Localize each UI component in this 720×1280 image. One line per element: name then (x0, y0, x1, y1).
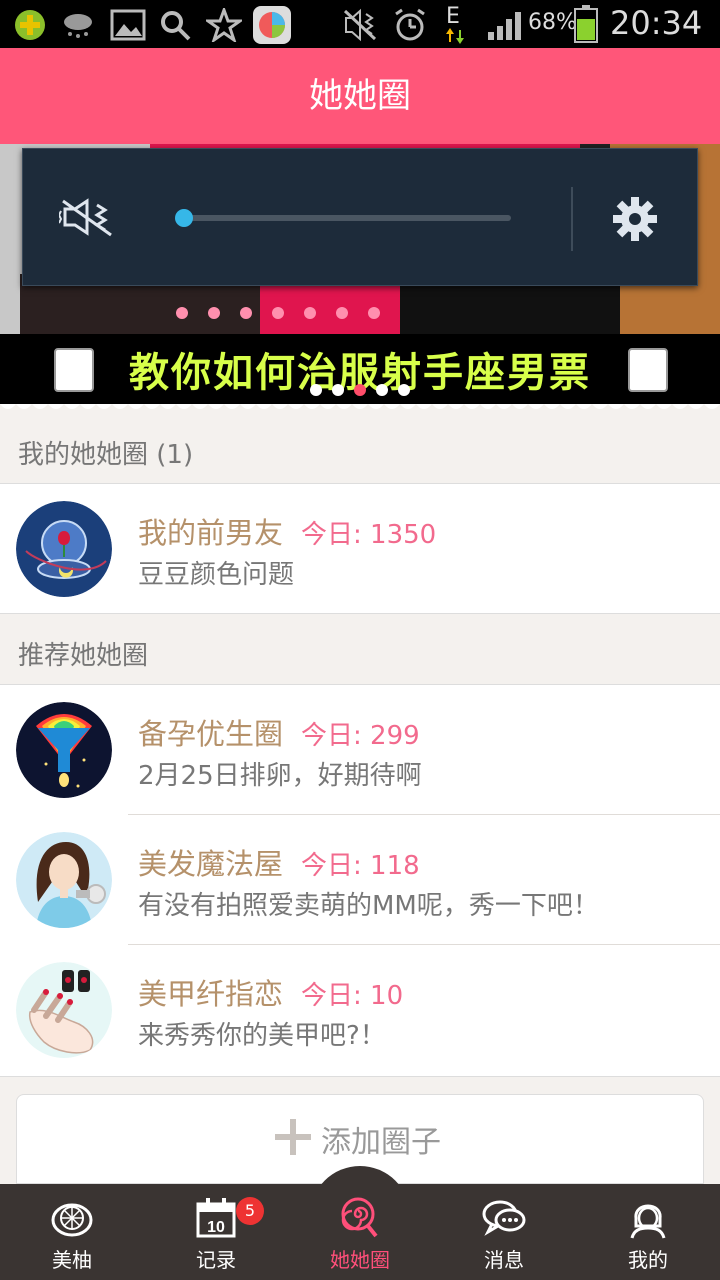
network-type: E (446, 4, 460, 29)
signal-icon (488, 12, 521, 40)
tab-label: 我的 (628, 1248, 668, 1272)
title-bar: 她她圈 (0, 48, 720, 144)
battery-percent: 68% (528, 10, 577, 35)
today-count: 今日: 299 (301, 721, 420, 751)
recommended-circles-header: 推荐她她圈 (0, 615, 720, 685)
clock: 20:34 (610, 4, 703, 42)
chat-bubbles-icon (482, 1200, 526, 1236)
image-icon (110, 9, 146, 41)
pager-dot[interactable] (376, 384, 388, 396)
circle-name: 美发魔法屋 (138, 847, 284, 881)
add-circle-label: 添加圈子 (321, 1125, 441, 1160)
circle-latest-post: 来秀秀你的美甲吧?！ (138, 1021, 386, 1051)
circle-name: 我的前男友 (138, 516, 284, 550)
tab-label: 她她圈 (330, 1248, 390, 1272)
alarm-icon (395, 8, 425, 41)
weather-rain-icon (64, 14, 92, 38)
search-icon (161, 11, 191, 41)
circle-latest-post: 豆豆颜色问题 (138, 560, 295, 590)
mute-icon (343, 8, 377, 42)
grapefruit-icon (51, 1203, 93, 1237)
pager-dot[interactable] (332, 384, 344, 396)
divider (571, 187, 573, 251)
lollipop-icon (341, 1197, 378, 1238)
gear-icon[interactable] (611, 195, 659, 243)
tab-circles[interactable]: 她她圈 (288, 1184, 432, 1280)
notification-badge: 5 (236, 1197, 264, 1225)
circle-row[interactable]: 美发魔法屋 今日: 118 有没有拍照爱卖萌的MM呢，秀一下吧！ (0, 815, 720, 945)
section-title: 推荐她她圈 (18, 641, 149, 671)
star-icon (206, 8, 242, 42)
circle-row[interactable]: 备孕优生圈 今日: 299 2月25日排卵，好期待啊 (0, 685, 720, 815)
battery-icon (574, 5, 598, 43)
manicure-hand-icon (16, 962, 112, 1058)
circle-row[interactable]: 美甲纤指恋 今日: 10 来秀秀你的美甲吧?！ (0, 945, 720, 1075)
app-store-icon (253, 6, 291, 44)
section-title: 我的她她圈 (1) (18, 440, 194, 470)
game-plus-icon (15, 10, 45, 40)
page-title: 她她圈 (309, 76, 411, 116)
meme-face-icon (628, 348, 668, 392)
volume-slider-track[interactable] (183, 215, 511, 221)
volume-slider-knob[interactable] (175, 209, 193, 227)
circle-latest-post: 2月25日排卵，好期待啊 (138, 761, 422, 791)
rose-globe-icon (16, 501, 112, 597)
calendar-icon: 10 (196, 1198, 236, 1238)
circle-latest-post: 有没有拍照爱卖萌的MM呢，秀一下吧！ (138, 891, 599, 921)
hair-girl-icon (16, 832, 112, 928)
today-count: 今日: 10 (301, 981, 404, 1011)
tab-records[interactable]: 10 记录 (144, 1184, 288, 1280)
pager-dot-active[interactable] (354, 384, 366, 396)
pager-dot[interactable] (398, 384, 410, 396)
my-circles-list: 我的前男友 今日: 1350 豆豆颜色问题 (0, 484, 720, 614)
tab-messages[interactable]: 消息 (432, 1184, 576, 1280)
my-circles-header: 我的她她圈 (1) (0, 416, 720, 484)
meme-face-icon (54, 348, 94, 392)
tab-mine[interactable]: 我的 (576, 1184, 720, 1280)
profile-icon (630, 1204, 666, 1239)
circle-name: 备孕优生圈 (138, 717, 284, 751)
bottom-tab-bar: 美柚 10 记录 她她圈 消息 我的 (0, 1184, 720, 1280)
today-count: 今日: 118 (301, 851, 420, 881)
data-arrows-icon (446, 28, 464, 44)
rainbow-funnel-icon (16, 702, 112, 798)
mute-icon[interactable] (59, 197, 115, 237)
status-bar: E 68% 20:34 (0, 0, 720, 48)
plus-icon (275, 1119, 311, 1155)
recommended-circles-list: 备孕优生圈 今日: 299 2月25日排卵，好期待啊 美发魔法屋 今日: 118… (0, 685, 720, 1077)
tab-label: 美柚 (52, 1248, 92, 1272)
circle-row[interactable]: 我的前男友 今日: 1350 豆豆颜色问题 (0, 484, 720, 614)
volume-panel (22, 148, 698, 286)
calendar-day: 10 (207, 1219, 225, 1236)
tab-meiyou[interactable]: 美柚 (0, 1184, 144, 1280)
circle-name: 美甲纤指恋 (138, 977, 284, 1011)
tab-label: 记录 (196, 1248, 236, 1272)
tab-label: 消息 (484, 1248, 524, 1272)
pager-dot[interactable] (310, 384, 322, 396)
today-count: 今日: 1350 (301, 520, 437, 550)
